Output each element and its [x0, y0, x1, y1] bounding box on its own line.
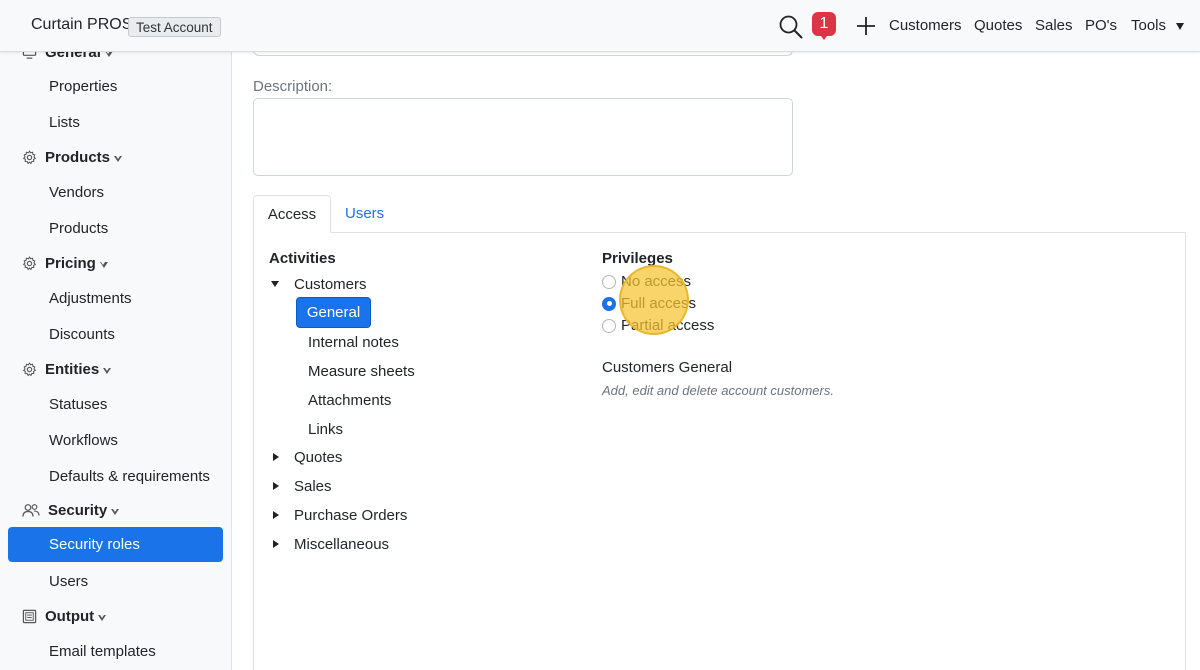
tree-leaf-general[interactable]: General: [297, 298, 370, 327]
radio-label: Partial access: [621, 317, 715, 334]
radio-no-access[interactable]: No access: [602, 273, 691, 290]
caret-down-icon: [114, 155, 123, 162]
triangle-right-icon[interactable]: [273, 511, 279, 519]
tab-users[interactable]: Users: [345, 195, 384, 233]
sidebar-item-vendors[interactable]: Vendors: [49, 184, 104, 201]
sidebar-item-lists[interactable]: Lists: [49, 114, 80, 131]
sidebar-item-defaults-requirements[interactable]: Defaults & requirements: [49, 468, 210, 485]
sidebar-item-properties[interactable]: Properties: [49, 78, 117, 95]
nav-sales[interactable]: Sales: [1035, 17, 1073, 34]
privilege-detail-title: Customers General: [602, 359, 733, 376]
sidebar-header-entities[interactable]: Entities: [22, 361, 112, 378]
sidebar-item-adjustments[interactable]: Adjustments: [49, 290, 132, 307]
nav-tools-label: Tools: [1131, 17, 1167, 34]
tree-leaf-links[interactable]: Links: [308, 421, 343, 438]
gear-icon: [22, 256, 37, 271]
radio-label: No access: [621, 273, 692, 290]
nav-tools[interactable]: Tools: [1131, 17, 1185, 34]
gear-icon: [22, 150, 37, 165]
description-textarea[interactable]: [253, 98, 793, 176]
radio-button[interactable]: [602, 274, 616, 289]
sidebar-header-output[interactable]: Output: [22, 608, 107, 625]
tree-node-purchase-orders[interactable]: Purchase Orders: [294, 507, 407, 524]
sidebar-header-label: Products: [45, 149, 111, 166]
gear-icon: [22, 362, 37, 377]
caret-down-icon: [98, 614, 107, 621]
triangle-right-icon[interactable]: [273, 453, 279, 461]
tree-leaf-measure-sheets[interactable]: Measure sheets: [308, 363, 415, 380]
sidebar-item-statuses[interactable]: Statuses: [49, 396, 107, 413]
description-label: Description:: [253, 78, 333, 95]
caret-down-icon: [103, 367, 112, 374]
sidebar-item-products[interactable]: Products: [49, 220, 108, 237]
sidebar-header-label: General: [45, 52, 101, 61]
tree-leaf-attachments[interactable]: Attachments: [308, 392, 391, 409]
tree-node-customers[interactable]: Customers: [294, 276, 367, 293]
caret-down-icon: [111, 508, 120, 515]
radio-label: Full access: [621, 295, 697, 312]
radio-partial-access[interactable]: Partial access: [602, 317, 714, 334]
search-icon[interactable]: [778, 14, 804, 40]
monitor-icon: [22, 52, 37, 59]
triangle-down-icon[interactable]: [271, 281, 279, 287]
activities-title: Activities: [269, 250, 336, 267]
access-panel: Activities Customers General Internal no…: [253, 232, 1186, 670]
plus-icon[interactable]: [856, 16, 876, 36]
tree-node-miscellaneous[interactable]: Miscellaneous: [294, 536, 389, 553]
privileges-title: Privileges: [602, 250, 673, 267]
tree-leaf-internal-notes[interactable]: Internal notes: [308, 334, 399, 351]
caret-down-icon: [104, 52, 113, 57]
brand-name[interactable]: Curtain PROS: [31, 16, 132, 34]
tree-node-sales[interactable]: Sales: [294, 478, 332, 495]
sidebar-item-security-roles[interactable]: Security roles: [8, 527, 223, 562]
sidebar-item-discounts[interactable]: Discounts: [49, 326, 115, 343]
sidebar-item-email-templates[interactable]: Email templates: [49, 643, 156, 660]
sidebar: General Properties Lists Products Vendor…: [0, 52, 232, 670]
sidebar-item-workflows[interactable]: Workflows: [49, 432, 118, 449]
sidebar-header-pricing[interactable]: Pricing: [22, 255, 108, 272]
sidebar-item-users[interactable]: Users: [49, 573, 88, 590]
sidebar-header-label: Pricing: [45, 255, 96, 272]
sidebar-header-label: Entities: [45, 361, 100, 378]
caret-down-icon: [1176, 22, 1185, 30]
sidebar-header-label: Output: [45, 608, 95, 625]
sidebar-header-general[interactable]: General: [22, 52, 113, 61]
document-icon: [22, 609, 37, 624]
radio-button-checked[interactable]: [602, 296, 616, 311]
sidebar-header-label: Security: [48, 502, 108, 519]
triangle-right-icon[interactable]: [273, 482, 279, 490]
users-icon: [22, 504, 40, 517]
nav-quotes[interactable]: Quotes: [974, 17, 1022, 34]
nav-customers[interactable]: Customers: [889, 17, 962, 34]
account-badge: Test Account: [128, 17, 221, 37]
privilege-detail-text: Add, edit and delete account customers.: [602, 383, 834, 398]
notification-badge[interactable]: 1: [812, 12, 836, 40]
tree-node-quotes[interactable]: Quotes: [294, 449, 342, 466]
top-navbar: Curtain PROS Test Account 1 Customers Qu…: [0, 0, 1200, 52]
sidebar-header-security[interactable]: Security: [22, 502, 120, 519]
caret-down-icon: [99, 261, 108, 268]
main-content: Description: Access Users Activities Cus…: [232, 42, 1200, 670]
radio-full-access[interactable]: Full access: [602, 295, 696, 312]
radio-button[interactable]: [602, 318, 616, 333]
tab-access[interactable]: Access: [253, 195, 331, 233]
sidebar-header-products[interactable]: Products: [22, 149, 123, 166]
nav-pos[interactable]: PO's: [1085, 17, 1117, 34]
triangle-right-icon[interactable]: [273, 540, 279, 548]
